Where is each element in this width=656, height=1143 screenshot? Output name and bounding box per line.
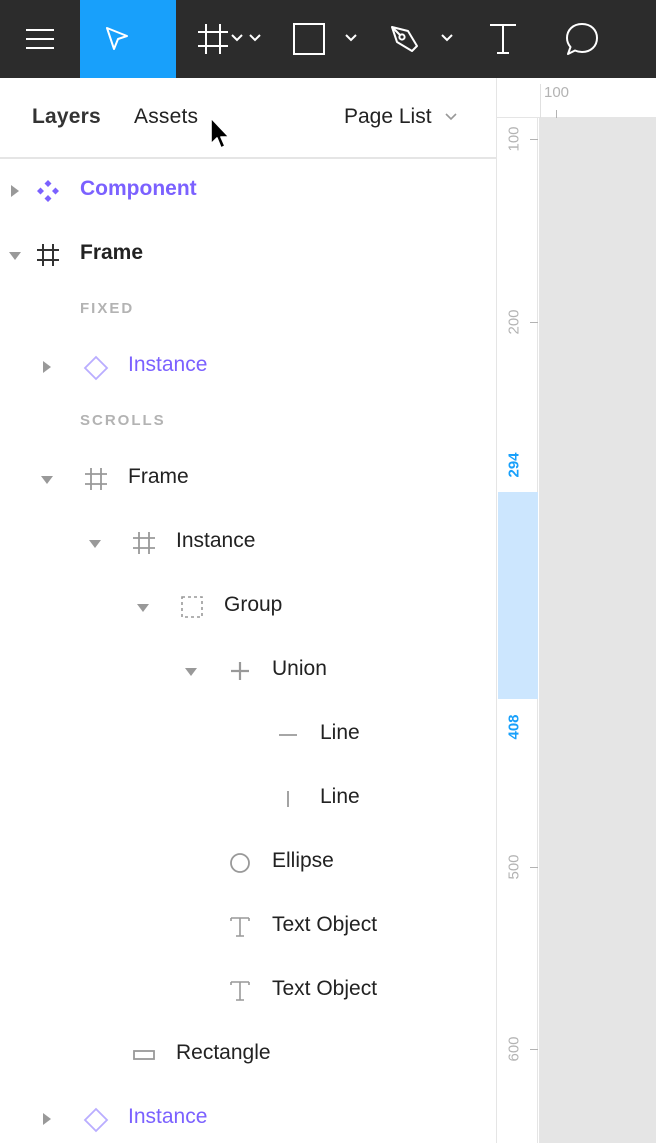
layers-panel: Layers Assets Page List Component Frame …	[0, 78, 497, 1143]
caret-down-icon[interactable]	[185, 667, 197, 677]
ruler-tick	[556, 110, 557, 118]
rectangle-tool-icon	[293, 23, 325, 55]
component-icon	[37, 180, 59, 202]
ruler-label-vertical: 600	[505, 1036, 523, 1062]
caret-down-icon[interactable]	[89, 539, 101, 549]
layer-label: Frame	[128, 465, 189, 488]
ruler-label-selection-start: 294	[505, 452, 523, 478]
panel-tabs: Layers Assets Page List	[0, 78, 497, 159]
ruler-tick	[530, 322, 538, 323]
frame-icon	[37, 244, 59, 266]
layer-row-rectangle[interactable]: Rectangle	[0, 1023, 497, 1087]
menu-icon	[26, 29, 54, 49]
layer-label: Ellipse	[272, 849, 334, 872]
frame-tool-button[interactable]	[176, 0, 272, 78]
layer-label: Component	[80, 177, 197, 200]
frame-icon	[85, 468, 107, 490]
canvas[interactable]	[539, 118, 656, 1143]
pen-tool-icon	[391, 26, 418, 52]
instance-icon	[83, 1107, 109, 1133]
caret-right-icon[interactable]	[42, 361, 52, 373]
ruler-label-vertical: 100	[505, 126, 523, 152]
layer-label: Text Object	[272, 977, 378, 1000]
layer-label: Rectangle	[176, 1041, 271, 1064]
chevron-down-icon	[345, 34, 357, 42]
caret-right-icon[interactable]	[10, 185, 20, 197]
layer-label: Instance	[176, 529, 256, 552]
ruler-tick	[540, 84, 541, 118]
ruler-selection-highlight	[498, 492, 538, 699]
union-icon	[231, 662, 249, 680]
frame-icon	[133, 532, 155, 554]
ruler-tick	[530, 867, 538, 868]
layer-row-component[interactable]: Component	[0, 159, 497, 223]
comment-tool-button[interactable]	[542, 0, 622, 78]
layer-label: Line	[320, 785, 360, 808]
mouse-cursor-icon	[210, 117, 230, 149]
layer-row-text-1[interactable]: Text Object	[0, 895, 497, 959]
layer-label: Frame	[80, 241, 144, 264]
layer-label: Instance	[128, 353, 208, 376]
caret-down-icon[interactable]	[9, 251, 21, 261]
rectangle-icon	[133, 1050, 155, 1060]
layer-label: Text Object	[272, 913, 378, 936]
ruler-label-vertical: 500	[505, 854, 523, 880]
tab-assets[interactable]: Assets	[134, 105, 198, 129]
layer-row-instance-fixed[interactable]: Instance	[0, 335, 497, 399]
text-tool-button[interactable]	[464, 0, 542, 78]
layer-row-group[interactable]: Group	[0, 575, 497, 639]
menu-button[interactable]	[0, 0, 80, 78]
chevron-down-icon	[249, 34, 261, 42]
layer-label: Group	[224, 593, 283, 616]
layer-label: Instance	[128, 1105, 208, 1128]
page-list-dropdown[interactable]: Page List	[344, 105, 458, 129]
section-label-fixed: FIXED	[80, 300, 135, 317]
group-icon	[181, 596, 203, 618]
caret-down-icon[interactable]	[41, 475, 53, 485]
ruler-label-horizontal: 100	[544, 84, 570, 101]
instance-icon	[83, 355, 109, 381]
ruler-label-vertical: 200	[505, 309, 523, 335]
chevron-down-icon	[441, 34, 453, 42]
ruler-label-selection-end: 408	[505, 714, 523, 740]
text-icon	[230, 981, 250, 1001]
ruler-tick	[530, 1049, 538, 1050]
text-tool-icon	[490, 24, 516, 54]
frame-tool-icon	[198, 24, 228, 54]
caret-down-icon[interactable]	[137, 603, 149, 613]
shape-tool-button[interactable]	[272, 0, 368, 78]
toolbar	[0, 0, 656, 78]
layer-row-ellipse[interactable]: Ellipse	[0, 831, 497, 895]
line-horizontal-icon	[279, 734, 297, 736]
layer-row-instance-bottom[interactable]: Instance	[0, 1087, 497, 1143]
move-tool-icon	[106, 27, 128, 50]
ruler-tick	[530, 139, 538, 140]
line-vertical-icon	[287, 791, 289, 807]
layer-label: Line	[320, 721, 360, 744]
comment-tool-icon	[566, 23, 598, 55]
layer-label: Union	[272, 657, 327, 680]
pen-tool-button[interactable]	[368, 0, 464, 78]
layer-row-line-2[interactable]: Line	[0, 767, 497, 831]
layer-row-frame-inner[interactable]: Frame	[0, 447, 497, 511]
caret-right-icon[interactable]	[42, 1113, 52, 1125]
layer-row-line-1[interactable]: Line	[0, 703, 497, 767]
layer-row-text-2[interactable]: Text Object	[0, 959, 497, 1023]
tab-layers[interactable]: Layers	[32, 105, 101, 129]
page-list-label: Page List	[344, 105, 432, 128]
layer-row-union[interactable]: Union	[0, 639, 497, 703]
chevron-down-icon	[444, 113, 457, 121]
ruler-corner	[497, 78, 538, 118]
text-icon	[230, 917, 250, 937]
move-tool-button[interactable]	[80, 0, 243, 78]
layer-row-instance-inner[interactable]: Instance	[0, 511, 497, 575]
layer-row-frame[interactable]: Frame	[0, 223, 497, 287]
section-label-scrolls: SCROLLS	[80, 412, 166, 429]
ellipse-icon	[230, 853, 250, 873]
